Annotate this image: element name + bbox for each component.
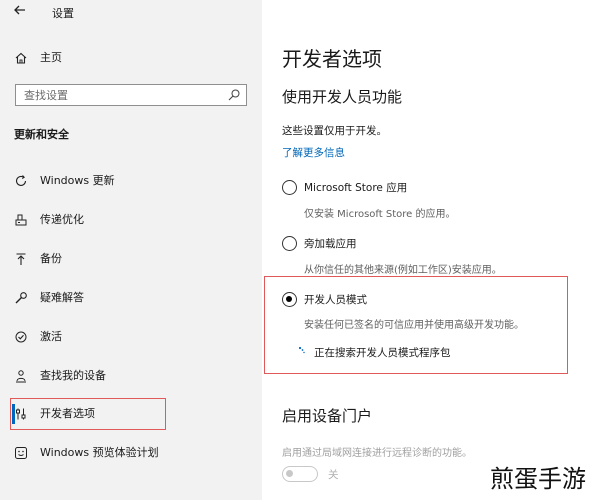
main-content: 开发者选项 使用开发人员功能 这些设置仅用于开发。 了解更多信息 Microso… [262, 0, 600, 500]
radio-button[interactable] [282, 236, 297, 251]
device-portal-description: 启用通过局域网连接进行远程诊断的功能。 [282, 448, 472, 459]
delivery-optimization-icon [14, 212, 28, 228]
radio-option-developer-mode[interactable]: 开发人员模式 [282, 291, 582, 309]
sidebar-item-troubleshoot[interactable]: 疑难解答 [0, 283, 262, 313]
radio-option-sideload-apps[interactable]: 旁加载应用 [282, 235, 582, 253]
sidebar-item-label: Windows 更新 [40, 174, 115, 187]
person-pin-icon [14, 368, 28, 384]
section-title-dev-features: 使用开发人员功能 [282, 88, 403, 106]
toggle-knob [286, 470, 293, 477]
sidebar-item-windows-update[interactable]: Windows 更新 [0, 166, 262, 196]
sidebar-item-label: 备份 [40, 252, 62, 265]
sidebar-item-label: 开发者选项 [40, 407, 95, 420]
sidebar-item-delivery-optimization[interactable]: 传递优化 [0, 205, 262, 235]
sidebar-item-windows-insider[interactable]: Windows 预览体验计划 [0, 438, 262, 468]
radio-button[interactable] [282, 180, 297, 195]
sidebar-item-label: 主页 [40, 51, 62, 64]
section-title-device-portal: 启用设备门户 [282, 407, 373, 425]
sidebar-item-label: 传递优化 [40, 213, 84, 226]
radio-description: 从你信任的其他来源(例如工作区)安装应用。 [304, 265, 502, 276]
sidebar-item-find-my-device[interactable]: 查找我的设备 [0, 361, 262, 391]
sidebar-item-backup[interactable]: 备份 [0, 244, 262, 274]
sidebar-item-home[interactable]: 主页 [0, 43, 262, 73]
loading-spinner-icon [298, 342, 310, 354]
home-icon [14, 50, 28, 66]
radio-label: Microsoft Store 应用 [304, 182, 408, 194]
developer-sliders-icon [14, 406, 28, 422]
radio-description: 安装任何已签名的可信应用并使用高级开发功能。 [304, 320, 524, 331]
searching-status-text: 正在搜索开发人员模式程序包 [314, 347, 451, 359]
section-description: 这些设置仅用于开发。 [282, 125, 387, 137]
sidebar: 设置 主页 更新和安全 Windows 更新 传递优化 备份 [0, 0, 262, 500]
back-arrow-icon[interactable] [10, 3, 30, 21]
search-icon[interactable] [226, 87, 242, 103]
refresh-icon [14, 173, 28, 189]
window-title: 设置 [52, 7, 74, 20]
sidebar-item-label: 查找我的设备 [40, 369, 106, 382]
backup-arrow-icon [14, 251, 28, 267]
sidebar-item-label: 疑难解答 [40, 291, 84, 304]
radio-label: 开发人员模式 [304, 294, 367, 306]
learn-more-link[interactable]: 了解更多信息 [282, 145, 345, 160]
sidebar-item-label: Windows 预览体验计划 [40, 446, 159, 459]
radio-button-checked[interactable] [282, 292, 297, 307]
section-header: 更新和安全 [14, 128, 69, 141]
search-input[interactable] [16, 85, 224, 105]
device-portal-toggle[interactable] [282, 466, 318, 482]
search-box[interactable] [15, 84, 247, 106]
activation-check-icon [14, 329, 28, 345]
watermark: 煎蛋手游 [490, 465, 586, 493]
sidebar-item-developer-options[interactable]: 开发者选项 [0, 399, 262, 429]
sidebar-item-activation[interactable]: 激活 [0, 322, 262, 352]
sidebar-item-label: 激活 [40, 330, 62, 343]
radio-description: 仅安装 Microsoft Store 的应用。 [304, 209, 456, 220]
toggle-state-label: 关 [328, 469, 339, 481]
page-title: 开发者选项 [282, 47, 382, 71]
radio-label: 旁加载应用 [304, 238, 357, 250]
insider-smiley-icon [14, 445, 28, 461]
radio-option-store-apps[interactable]: Microsoft Store 应用 [282, 179, 582, 197]
wrench-icon [14, 290, 28, 306]
